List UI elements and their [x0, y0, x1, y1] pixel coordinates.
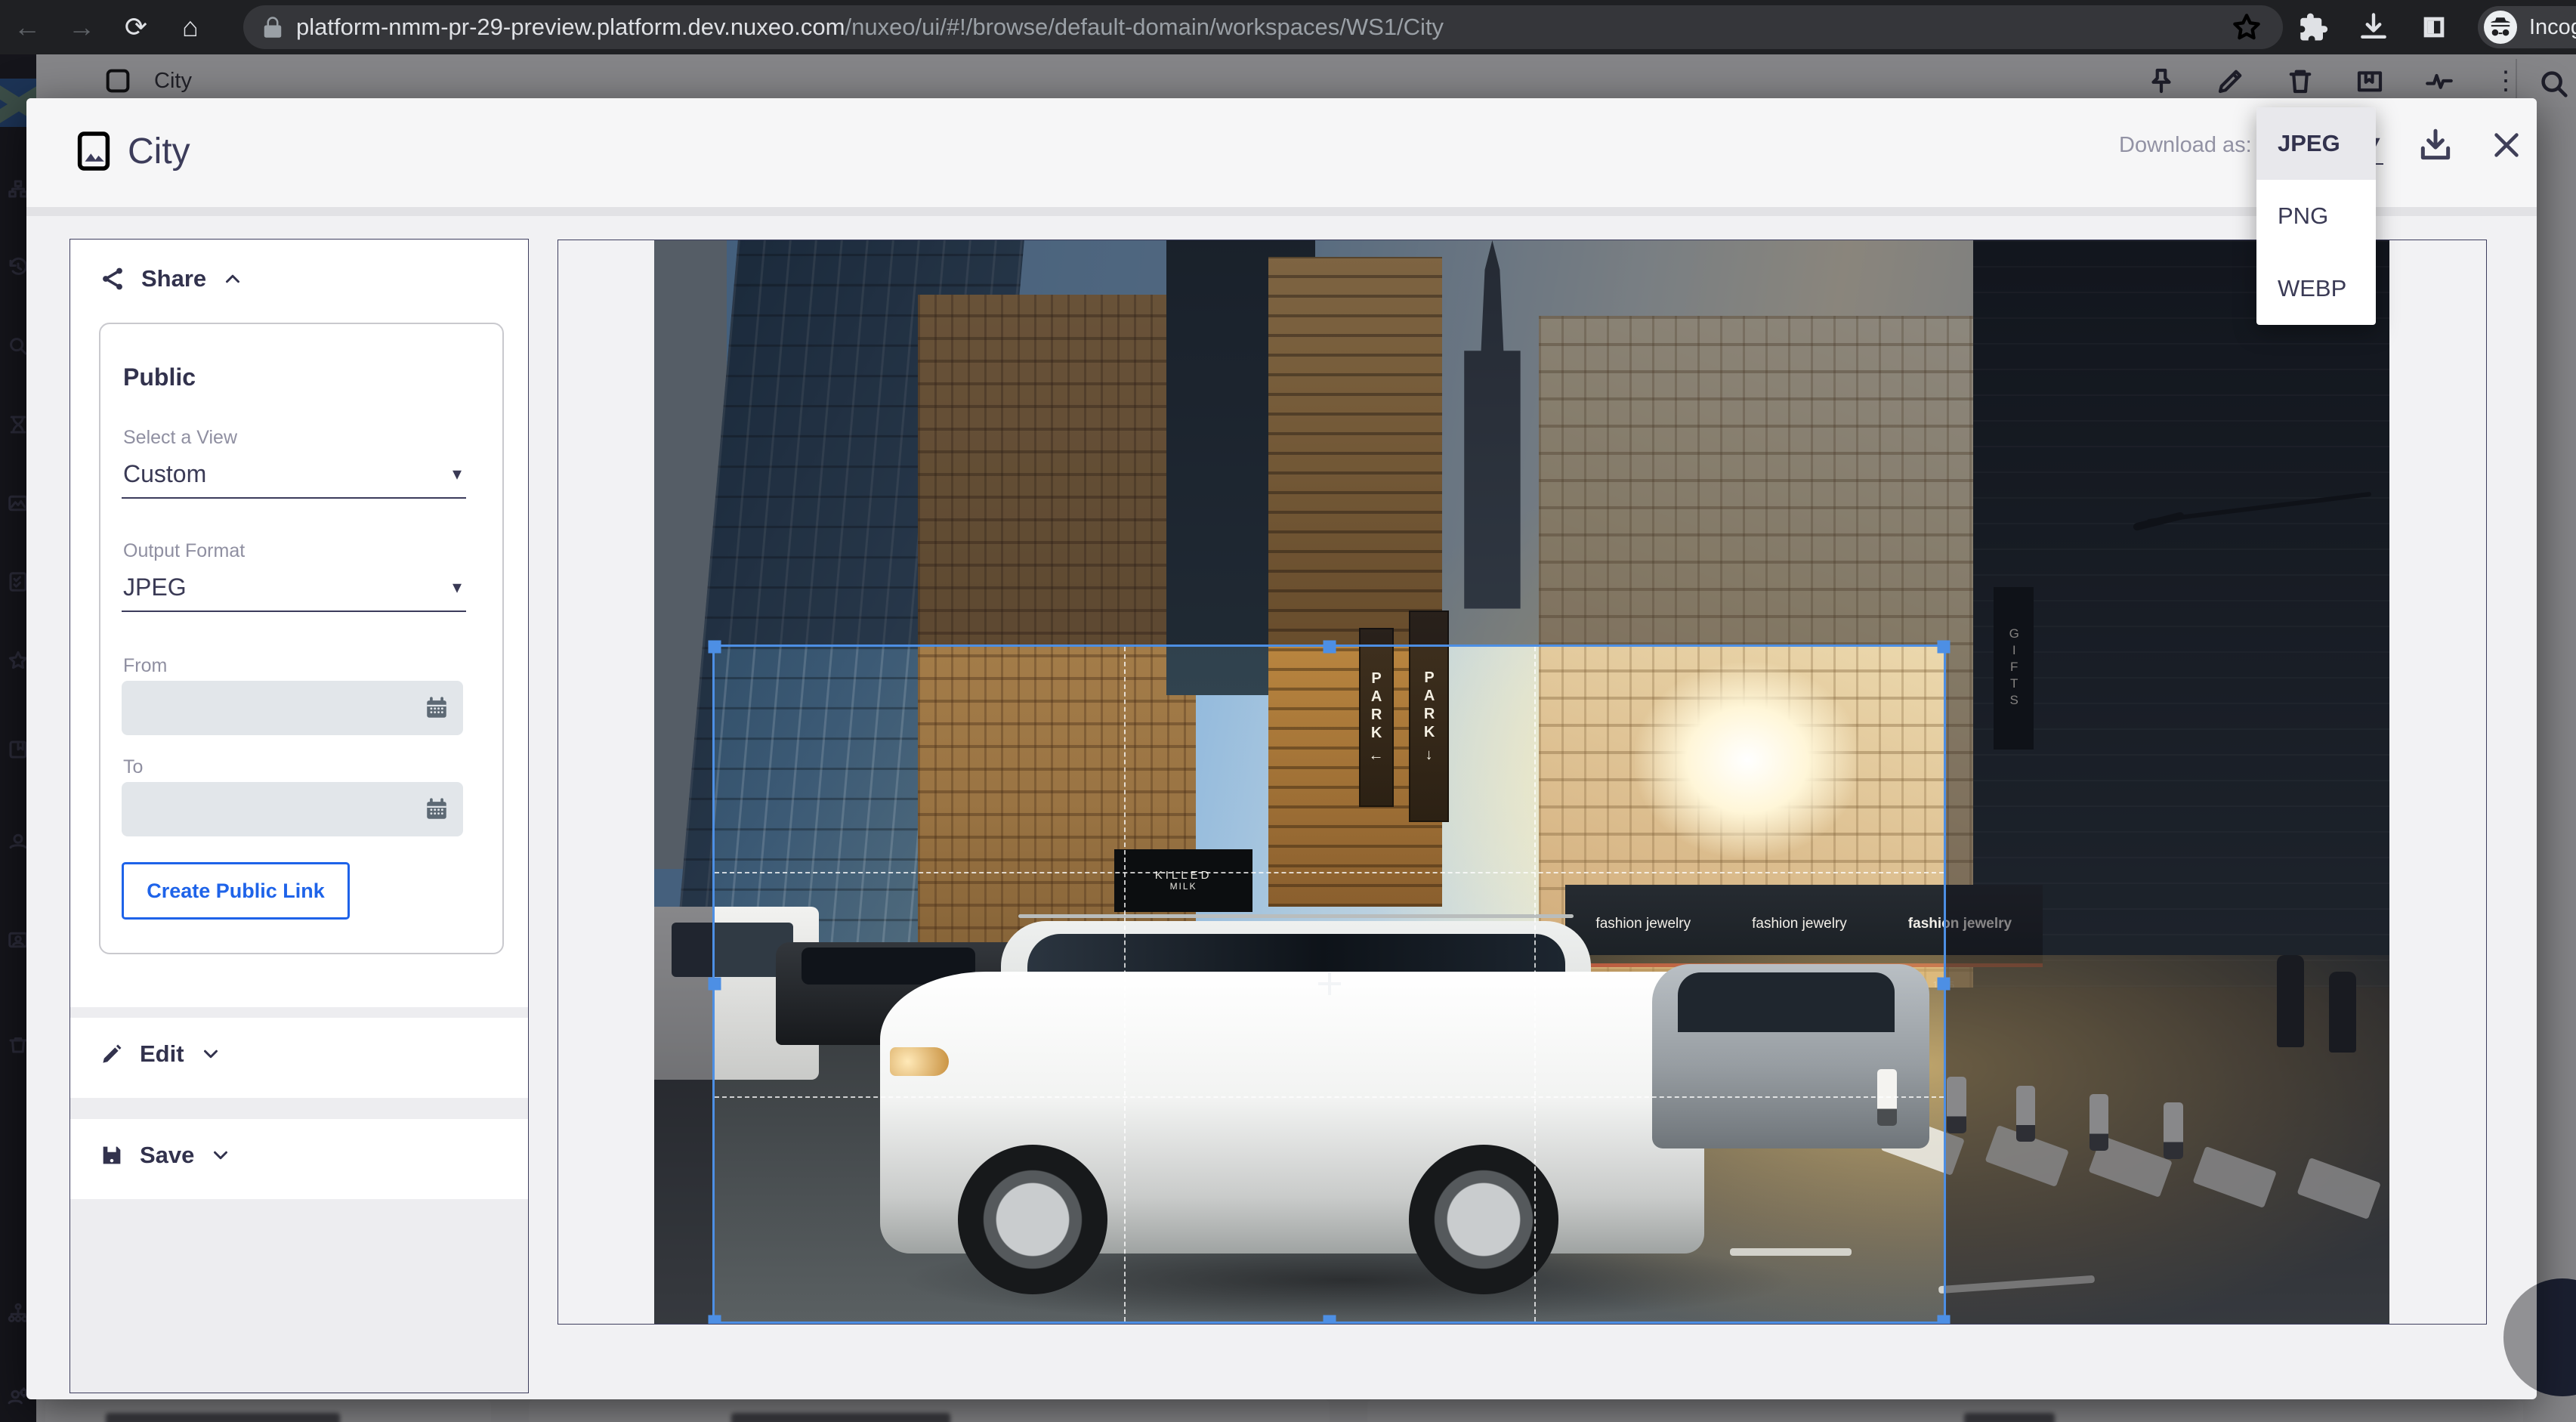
- incognito-label: Incognito: [2529, 15, 2576, 40]
- image-icon: [76, 130, 111, 172]
- crop-handle-n[interactable]: [1323, 640, 1336, 653]
- output-format-label: Output Format: [123, 540, 245, 562]
- extensions-icon[interactable]: [2296, 11, 2328, 43]
- crop-handle-se[interactable]: [1938, 1315, 1951, 1324]
- modal-header: City Download as: JPEG ▾: [26, 98, 2537, 216]
- modal-title: City: [128, 131, 190, 172]
- downloads-icon[interactable]: [2357, 11, 2390, 44]
- share-section: Share Public Select a View Custom ▾ Outp…: [70, 240, 528, 1007]
- crop-center-crosshair: [1318, 972, 1341, 995]
- preview-modal: City Download as: JPEG ▾ Share: [26, 98, 2537, 1399]
- download-icon[interactable]: [2417, 126, 2454, 164]
- save-section-header[interactable]: Save: [70, 1119, 528, 1169]
- calendar-icon: [424, 796, 449, 822]
- pedestrian: [2329, 972, 2357, 1053]
- crop-handle-s[interactable]: [1323, 1315, 1336, 1324]
- close-icon[interactable]: [2489, 128, 2524, 162]
- chevron-down-icon: [209, 1144, 232, 1167]
- format-option-jpeg[interactable]: JPEG: [2256, 107, 2376, 180]
- from-date-input[interactable]: [122, 681, 463, 735]
- tools-panel: Share Public Select a View Custom ▾ Outp…: [69, 239, 529, 1393]
- save-label: Save: [140, 1142, 194, 1169]
- public-share-card: Public Select a View Custom ▾ Output For…: [99, 323, 504, 954]
- pencil-icon: [99, 1041, 125, 1067]
- image-viewer: GIFTS fashion jewelry fashion jewelry fa…: [558, 240, 2487, 1325]
- url-bar[interactable]: platform-nmm-pr-29-preview.platform.dev.…: [243, 5, 2283, 49]
- download-as-label: Download as:: [2119, 133, 2252, 158]
- forward-icon[interactable]: →: [54, 0, 109, 54]
- share-label: Share: [141, 265, 206, 292]
- to-date-input[interactable]: [122, 782, 463, 836]
- edit-label: Edit: [140, 1040, 184, 1068]
- chevron-down-icon: [199, 1043, 222, 1065]
- bollard: [2090, 1094, 2108, 1151]
- save-floppy-icon: [99, 1142, 125, 1168]
- screen: ← → ⟳ ⌂ platform-nmm-pr-29-preview.platf…: [0, 0, 2576, 1422]
- crop-handle-w[interactable]: [708, 978, 721, 991]
- crop-handle-e[interactable]: [1938, 978, 1951, 991]
- view-select[interactable]: Custom ▾: [122, 460, 466, 499]
- format-option-webp[interactable]: WEBP: [2256, 252, 2376, 325]
- crop-handle-ne[interactable]: [1938, 640, 1951, 653]
- home-icon[interactable]: ⌂: [163, 0, 218, 54]
- edit-section-header[interactable]: Edit: [70, 1018, 528, 1068]
- output-format-select[interactable]: JPEG ▾: [122, 573, 466, 612]
- crop-handle-nw[interactable]: [708, 640, 721, 653]
- share-icon: [99, 265, 126, 292]
- share-section-header[interactable]: Share: [70, 240, 528, 292]
- lock-icon: [263, 16, 283, 39]
- pedestrian: [2277, 955, 2305, 1047]
- thirds-guide-vertical: [1534, 647, 1536, 1322]
- crop-handle-sw[interactable]: [708, 1315, 721, 1324]
- thirds-guide-horizontal: [715, 1096, 1944, 1098]
- bookmark-star-icon[interactable]: [2230, 11, 2263, 44]
- select-view-label: Select a View: [123, 427, 237, 449]
- crop-selection[interactable]: [712, 645, 1946, 1324]
- city-photo: GIFTS fashion jewelry fashion jewelry fa…: [654, 240, 2389, 1324]
- url-text: platform-nmm-pr-29-preview.platform.dev.…: [296, 14, 1444, 41]
- create-public-link-button[interactable]: Create Public Link: [122, 862, 350, 920]
- edit-section: Edit: [70, 1018, 528, 1098]
- incognito-icon: [2484, 11, 2517, 44]
- thirds-guide-horizontal: [715, 872, 1944, 873]
- chevron-down-icon: ▾: [452, 577, 462, 598]
- reload-icon[interactable]: ⟳: [109, 0, 163, 54]
- calendar-icon: [424, 695, 449, 721]
- side-panel-icon[interactable]: [2419, 12, 2449, 42]
- format-option-png[interactable]: PNG: [2256, 180, 2376, 252]
- public-card-title: Public: [123, 363, 196, 391]
- to-label: To: [123, 756, 143, 778]
- gifts-sign: GIFTS: [1994, 587, 2034, 750]
- from-label: From: [123, 655, 167, 677]
- chevron-up-icon: [221, 267, 244, 290]
- incognito-badge[interactable]: Incognito: [2478, 6, 2576, 48]
- thirds-guide-vertical: [1124, 647, 1126, 1322]
- bollard: [2164, 1102, 2182, 1159]
- download-format-menu: JPEG PNG WEBP: [2256, 107, 2376, 325]
- save-section: Save: [70, 1119, 528, 1199]
- browser-toolbar: ← → ⟳ ⌂ platform-nmm-pr-29-preview.platf…: [0, 0, 2576, 54]
- back-icon[interactable]: ←: [0, 0, 54, 54]
- bollard: [2016, 1086, 2035, 1142]
- chevron-down-icon: ▾: [452, 463, 462, 485]
- bollard: [1947, 1077, 1966, 1133]
